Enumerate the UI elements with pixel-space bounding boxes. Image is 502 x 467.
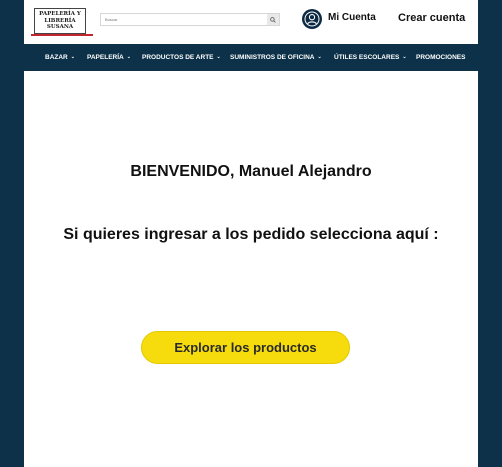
nav-item-label: PROMOCIONES: [416, 54, 466, 61]
avatar: [302, 9, 322, 29]
logo-underline: [31, 34, 93, 36]
chevron-down-icon: ⌄: [70, 54, 75, 60]
search-bar: [100, 13, 280, 26]
header: PAPELERÍA Y LIBRERÍA SUSANA M: [24, 0, 478, 44]
store-logo[interactable]: PAPELERÍA Y LIBRERÍA SUSANA: [34, 8, 86, 34]
orders-prompt: Si quieres ingresar a los pedido selecci…: [63, 226, 439, 243]
nav-item-papeleria[interactable]: PAPELERÍA ⌄: [87, 44, 131, 71]
chevron-down-icon: ⌄: [317, 54, 322, 60]
nav-item-bazar[interactable]: BAZAR ⌄: [45, 44, 75, 71]
chevron-down-icon: ⌄: [126, 54, 131, 60]
nav-item-promociones[interactable]: PROMOCIONES: [416, 44, 465, 71]
nav-item-label: BAZAR: [45, 54, 68, 61]
my-account-link[interactable]: Mi Cuenta: [302, 8, 376, 30]
chevron-down-icon: ⌄: [402, 54, 407, 60]
my-account-label: Mi Cuenta: [328, 11, 376, 23]
welcome-heading: BIENVENIDO, Manuel Alejandro: [130, 163, 372, 180]
search-input[interactable]: [101, 14, 267, 25]
nav-item-utiles-escolares[interactable]: ÚTILES ESCOLARES ⌄: [334, 44, 407, 71]
chevron-down-icon: ⌄: [216, 54, 221, 60]
create-account-link[interactable]: Crear cuenta: [398, 12, 465, 24]
nav-item-label: PAPELERÍA: [87, 54, 124, 61]
nav-item-productos-de-arte[interactable]: PRODUCTOS DE ARTE ⌄: [142, 44, 221, 71]
explore-products-button[interactable]: Explorar los productos: [141, 331, 350, 364]
search-button[interactable]: [267, 14, 279, 25]
page-container: PAPELERÍA Y LIBRERÍA SUSANA M: [24, 0, 478, 467]
user-icon: [304, 11, 320, 27]
nav-item-label: PRODUCTOS DE ARTE: [142, 54, 214, 61]
nav-item-label: SUMINISTROS DE OFICINA: [230, 54, 315, 61]
search-icon: [270, 16, 276, 23]
nav-item-suministros-de-oficina[interactable]: SUMINISTROS DE OFICINA ⌄: [230, 44, 322, 71]
nav-item-label: ÚTILES ESCOLARES: [334, 54, 400, 61]
main-nav: BAZAR ⌄ PAPELERÍA ⌄ PRODUCTOS DE ARTE ⌄ …: [24, 44, 478, 71]
logo-line-3: SUSANA: [46, 24, 74, 31]
